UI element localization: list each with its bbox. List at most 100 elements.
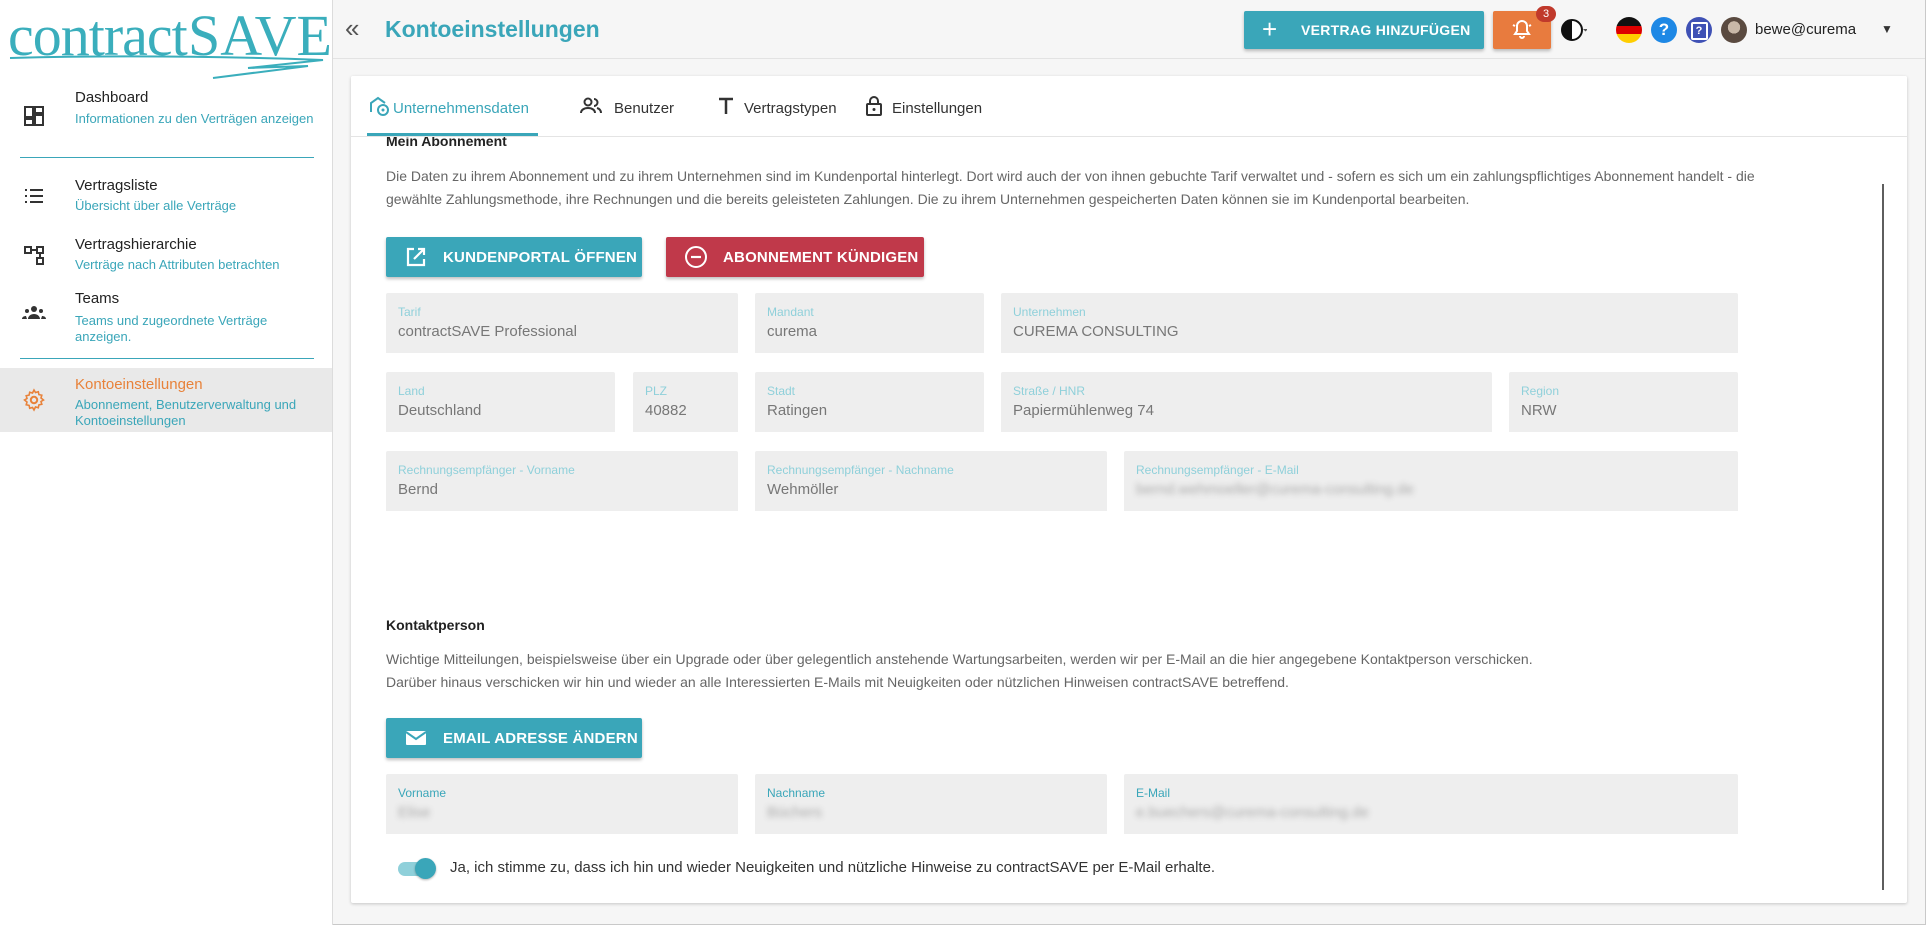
- field-label: PLZ: [645, 384, 668, 398]
- field-label: Straße / HNR: [1013, 384, 1086, 398]
- add-contract-label: VERTRAG HINZUFÜGEN: [1301, 22, 1471, 38]
- field-label: Vorname: [398, 786, 447, 800]
- contact-firstname-field: Vorname Elise: [386, 774, 738, 834]
- field-value: 40882: [645, 402, 687, 419]
- collapse-sidebar-icon[interactable]: «: [345, 15, 359, 41]
- bell-icon: [1512, 19, 1532, 39]
- help-docs-label: ?: [1690, 22, 1708, 40]
- sidebar-item-vertragsliste[interactable]: Vertragsliste Übersicht über alle Verträ…: [0, 174, 332, 220]
- list-icon: [25, 189, 43, 203]
- unternehmen-field: Unternehmen CUREMA CONSULTING: [1001, 293, 1738, 353]
- tab-benutzer[interactable]: Benutzer: [579, 76, 679, 136]
- german-flag-icon[interactable]: [1616, 17, 1642, 43]
- tab-unternehmensdaten[interactable]: Unternehmensdaten: [367, 76, 538, 136]
- plz-field: PLZ 40882: [633, 372, 738, 432]
- help-icon[interactable]: ?: [1651, 17, 1677, 43]
- add-contract-button[interactable]: + VERTRAG HINZUFÜGEN: [1244, 11, 1484, 49]
- field-label: Rechnungsempfänger - Nachname: [767, 463, 954, 477]
- theme-contrast-icon[interactable]: [1561, 17, 1587, 43]
- contact-email-field: E-Mail e.buechers@curema-consulting.de: [1124, 774, 1738, 834]
- field-label: Tarif: [398, 305, 421, 319]
- open-customer-portal-label: KUNDENPORTAL ÖFFNEN: [443, 249, 638, 266]
- notification-count-badge: 3: [1536, 6, 1556, 22]
- sidebar-item-title: Vertragsliste: [75, 177, 158, 194]
- hierarchy-icon: [24, 246, 44, 265]
- sidebar-item-subtitle: Übersicht über alle Verträge: [75, 198, 237, 213]
- billing-lastname-field: Rechnungsempfänger - Nachname Wehmöller: [755, 451, 1107, 511]
- tarif-field: Tarif contractSAVE Professional: [386, 293, 738, 353]
- field-label: Region: [1521, 384, 1560, 398]
- field-value: Büchers: [767, 804, 823, 821]
- sidebar-item-subtitle: Abonnement, Benutzerverwaltung und Konto…: [75, 397, 297, 428]
- settings-card: Unternehmensdaten Benutzer Vertragstypen: [351, 76, 1907, 903]
- sidebar-item-dashboard[interactable]: Dashboard Informationen zu den Verträgen…: [0, 86, 332, 144]
- scrollbar[interactable]: [1882, 184, 1884, 890]
- contact-heading: Kontaktperson: [386, 617, 485, 633]
- tab-label: Einstellungen: [892, 100, 983, 117]
- avatar[interactable]: [1721, 17, 1747, 43]
- sidebar-divider: [20, 157, 314, 158]
- sidebar-divider: [20, 358, 314, 359]
- field-label: Stadt: [767, 384, 796, 398]
- sidebar-item-vertragshierarchie[interactable]: Vertragshierarchie Verträge nach Attribu…: [0, 233, 332, 279]
- billing-email-field: Rechnungsempfänger - E-Mail bernd.wehmoe…: [1124, 451, 1738, 511]
- sidebar-item-title: Kontoeinstellungen: [75, 376, 203, 393]
- field-label: Rechnungsempfänger - E-Mail: [1136, 463, 1299, 477]
- dashboard-icon: [24, 106, 44, 126]
- gear-icon: [23, 388, 45, 412]
- app-logo[interactable]: contract SAVE: [8, 2, 332, 82]
- field-value: NRW: [1521, 402, 1557, 419]
- field-label: Mandant: [767, 305, 814, 319]
- field-value: e.buechers@curema-consulting.de: [1136, 804, 1369, 821]
- scroll-content[interactable]: Mein Abonnement Die Daten zu ihrem Abonn…: [351, 133, 1907, 903]
- field-value: Ratingen: [767, 402, 828, 419]
- strasse-field: Straße / HNR Papiermühlenweg 74: [1001, 372, 1492, 432]
- sidebar-item-subtitle: Informationen zu den Verträgen anzeigen: [75, 111, 314, 126]
- sidebar: contract SAVE Dashboard Informationen zu…: [0, 0, 333, 925]
- field-value: Bernd: [398, 481, 439, 498]
- field-value: curema: [767, 323, 818, 340]
- text-type-icon: [719, 97, 733, 114]
- help-docs-icon[interactable]: ?: [1686, 17, 1712, 43]
- contact-lastname-field: Nachname Büchers: [755, 774, 1107, 834]
- field-label: Rechnungsempfänger - Vorname: [398, 463, 575, 477]
- envelope-icon: [405, 731, 427, 745]
- chevron-down-icon[interactable]: ▼: [1881, 22, 1893, 36]
- top-bar: « Kontoeinstellungen + VERTRAG HINZUFÜGE…: [333, 0, 1925, 59]
- tab-label: Vertragstypen: [744, 100, 837, 117]
- field-value: CUREMA CONSULTING: [1013, 323, 1179, 340]
- stadt-field: Stadt Ratingen: [755, 372, 984, 432]
- change-email-label: EMAIL ADRESSE ÄNDERN: [443, 730, 638, 747]
- sidebar-item-title: Teams: [75, 290, 120, 307]
- field-value: contractSAVE Professional: [398, 323, 577, 340]
- open-customer-portal-button[interactable]: KUNDENPORTAL ÖFFNEN: [386, 237, 642, 277]
- tab-einstellungen[interactable]: Einstellungen: [862, 76, 982, 136]
- cancel-subscription-button[interactable]: ABONNEMENT KÜNDIGEN: [666, 237, 924, 277]
- land-field: Land Deutschland: [386, 372, 615, 432]
- newsletter-consent-toggle[interactable]: [398, 857, 436, 879]
- logo-swoosh: [9, 55, 324, 79]
- billing-firstname-field: Rechnungsempfänger - Vorname Bernd: [386, 451, 738, 511]
- tab-vertragstypen[interactable]: Vertragstypen: [714, 76, 837, 136]
- user-email[interactable]: bewe@curema: [1755, 21, 1856, 38]
- teams-icon: [22, 306, 46, 319]
- users-icon: [580, 97, 602, 114]
- region-field: Region NRW: [1509, 372, 1738, 432]
- company-settings-icon: [370, 96, 389, 116]
- newsletter-consent-label: Ja, ich stimme zu, dass ich hin und wied…: [450, 859, 1216, 876]
- field-value: Papiermühlenweg 74: [1013, 402, 1154, 419]
- sidebar-item-teams[interactable]: Teams Teams und zugeordnete Verträge anz…: [0, 287, 332, 345]
- field-label: Nachname: [767, 786, 826, 800]
- page-title: Kontoeinstellungen: [385, 16, 600, 42]
- mandant-field: Mandant curema: [755, 293, 984, 353]
- toggle-knob: [415, 858, 436, 879]
- plus-icon: +: [1262, 14, 1278, 44]
- field-value: bernd.wehmoeller@curema-consulting.de: [1136, 481, 1414, 498]
- field-value: Elise: [398, 804, 431, 821]
- field-label: Land: [398, 384, 425, 398]
- tab-bar: Unternehmensdaten Benutzer Vertragstypen: [351, 76, 1907, 137]
- change-email-button[interactable]: EMAIL ADRESSE ÄNDERN: [386, 718, 642, 758]
- tab-label: Unternehmensdaten: [393, 100, 529, 117]
- field-label: E-Mail: [1136, 786, 1171, 800]
- sidebar-item-kontoeinstellungen[interactable]: Kontoeinstellungen Abonnement, Benutzerv…: [0, 368, 332, 432]
